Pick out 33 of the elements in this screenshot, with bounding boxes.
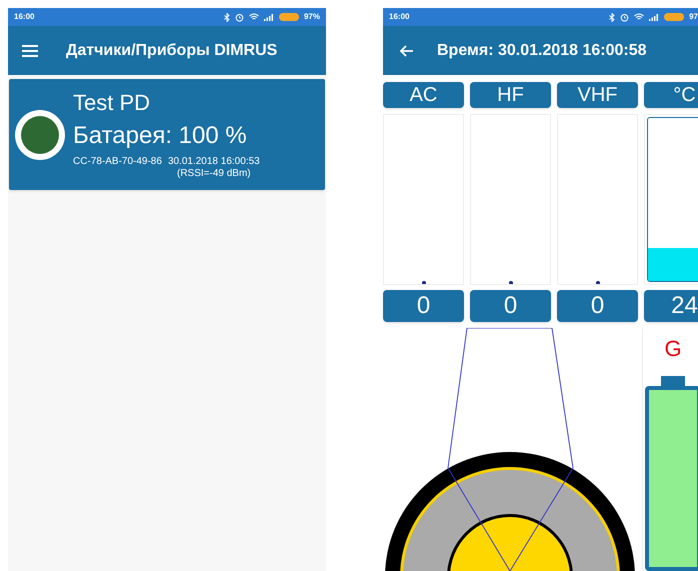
bluetooth-icon	[224, 12, 230, 22]
gauge-label: G	[663, 336, 683, 362]
wifi-icon	[248, 13, 259, 21]
channel-header[interactable]: AC	[383, 82, 464, 108]
device-name: Test PD	[73, 90, 152, 116]
battery-level: Батарея: 100 %	[73, 122, 248, 150]
battery-icon	[664, 13, 684, 21]
channel-header[interactable]: VHF	[557, 82, 638, 108]
channel-value[interactable]: 0	[557, 290, 638, 322]
alarm-icon	[620, 12, 630, 22]
channel-header[interactable]: HF	[470, 82, 551, 108]
app-title: Датчики/Приборы DIMRUS	[66, 40, 278, 60]
wifi-icon	[634, 13, 644, 21]
rssi-reading: (RSSI=-49 dBm)	[177, 168, 251, 180]
channel-header[interactable]: °C	[644, 82, 698, 108]
timestamp: 30.01.2018 16:00:53	[168, 156, 260, 168]
menu-icon[interactable]	[22, 44, 38, 56]
battery-percent: 97	[689, 11, 698, 23]
app-title: Время: 30.01.2018 16:00:58	[437, 40, 647, 60]
channel-value[interactable]: 0	[383, 290, 464, 322]
status-time: 16:00	[14, 11, 34, 23]
signal-icon	[649, 13, 660, 21]
channel-value[interactable]: 0	[470, 290, 551, 322]
back-arrow-icon[interactable]	[399, 44, 413, 56]
channel-value[interactable]: 24	[644, 290, 698, 322]
alarm-icon	[234, 12, 244, 22]
device-card[interactable]: Test PD Батарея: 100 % CC-78-AB-70-49-86 30.01.2018 16:00:53 (RSSI=-49 dBm)	[9, 79, 325, 190]
signal-icon	[264, 13, 274, 21]
status-time: 16:00	[389, 11, 410, 23]
battery-percent: 97%	[304, 11, 320, 23]
bluetooth-icon	[609, 12, 616, 22]
mac-address: CC-78-AB-70-49-86	[73, 156, 162, 168]
battery-icon	[278, 13, 299, 21]
